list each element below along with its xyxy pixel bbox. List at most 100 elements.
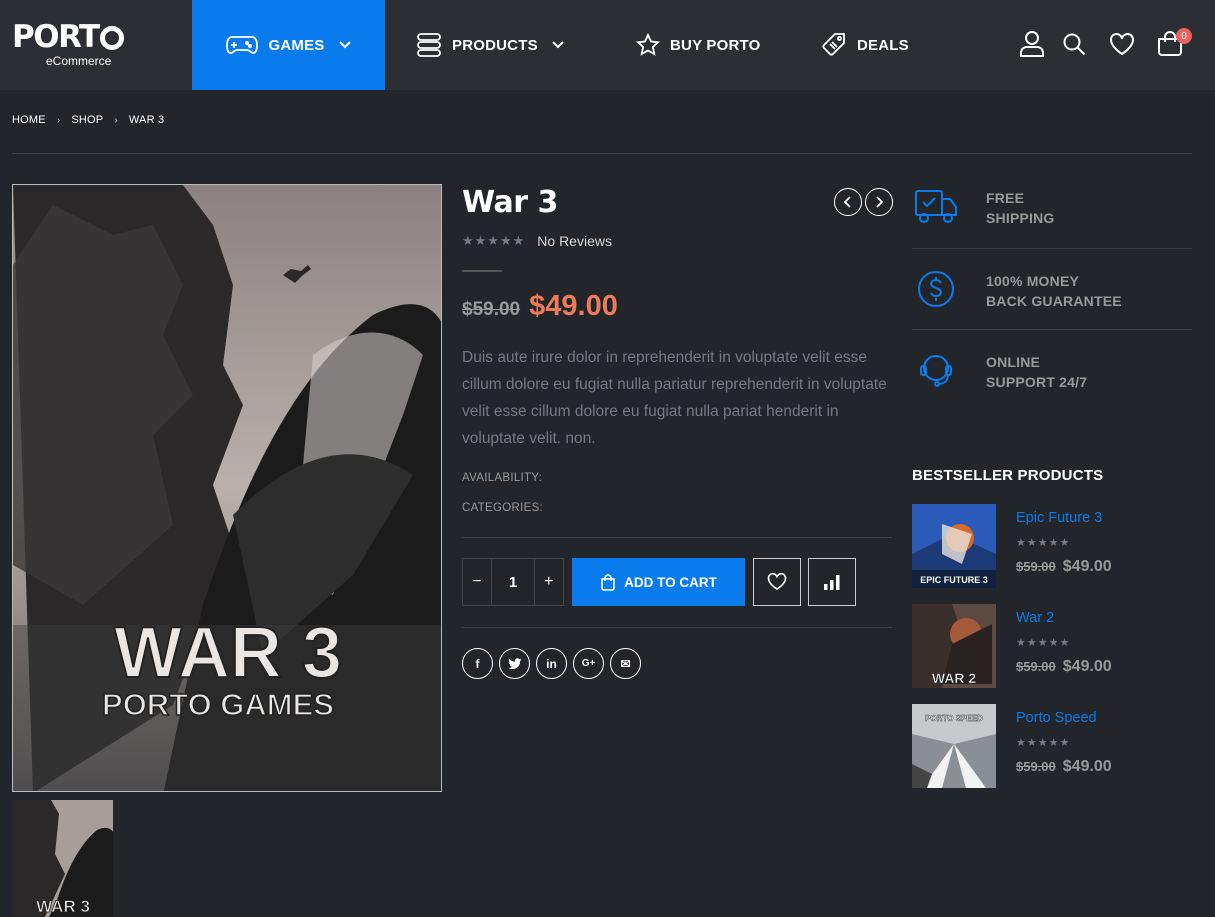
reviews-link[interactable]: No Reviews (537, 233, 612, 249)
feature-online-support: ONLINE SUPPORT 24/7 (912, 352, 1192, 422)
cover-subtitle: PORTO GAMES (102, 687, 334, 722)
add-to-cart-label: ADD TO CART (624, 574, 717, 590)
database-icon (417, 33, 441, 57)
product-rating: ★★★★★ No Reviews (462, 233, 612, 249)
nav-products[interactable]: PRODUCTS (416, 0, 564, 90)
bestseller-item[interactable]: WAR 2 War 2 ★★★★★ $59.00 $49.00 (912, 604, 1192, 688)
nav-games-label: GAMES (268, 36, 325, 54)
feature-line2: BACK GUARANTEE (986, 293, 1122, 309)
sale-price: $49.00 (529, 290, 618, 322)
bestseller-cover-text: PORTO SPEED (925, 714, 983, 723)
bestseller-name[interactable]: War 2 (1016, 610, 1054, 626)
bestseller-heading: BESTSELLER PRODUCTS (912, 467, 1104, 484)
logo-subtitle: eCommerce (46, 54, 112, 68)
compare-button[interactable] (808, 558, 856, 606)
qty-plus-button[interactable]: + (535, 559, 563, 605)
headset-icon (920, 355, 952, 387)
thumb-cover-title: WAR 3 (36, 897, 90, 916)
qty-minus-button[interactable]: − (463, 559, 491, 605)
logo-text: PORT (12, 19, 100, 55)
heart-icon (767, 573, 787, 590)
bestseller-stars: ★★★★★ (1016, 537, 1071, 549)
chevron-right-icon (876, 196, 883, 208)
divider (912, 248, 1192, 249)
nav-products-label: PRODUCTS (452, 36, 538, 54)
bestseller-item[interactable]: EPIC FUTURE 3 Epic Future 3 ★★★★★ $59.00… (912, 504, 1192, 588)
product-title: War 3 (462, 185, 558, 220)
divider (912, 329, 1192, 330)
next-product-button[interactable] (865, 188, 893, 216)
divider (462, 270, 502, 272)
bestseller-image[interactable]: WAR 2 (912, 604, 996, 688)
feature-money-back: 100% MONEY BACK GUARANTEE (912, 271, 1192, 341)
email-icon[interactable]: ✉ (610, 648, 641, 679)
product-main-image[interactable]: WAR 3 PORTO GAMES (12, 184, 442, 792)
nav-deals[interactable]: DEALS (821, 0, 909, 90)
bestseller-old-price: $59.00 (1016, 759, 1056, 774)
breadcrumb: HOME › SHOP › WAR 3 (12, 114, 164, 126)
availability-label: AVAILABILITY: (462, 472, 543, 484)
feature-line1: 100% MONEY (986, 273, 1080, 289)
prev-product-button[interactable] (834, 188, 862, 216)
product-thumbnail[interactable]: WAR 3 (13, 800, 113, 917)
bestseller-item[interactable]: PORTO SPEED Porto Speed ★★★★★ $59.00 $49.… (912, 704, 1192, 788)
google-plus-icon[interactable]: G+ (573, 648, 604, 679)
qty-input[interactable]: 1 (491, 559, 535, 605)
site-header: PORT eCommerce GAMES PRODUCTS BUY PORTO … (0, 0, 1215, 90)
bestseller-cover-text: EPIC FUTURE 3 (920, 575, 988, 585)
bestseller-price: $49.00 (1062, 758, 1112, 775)
quantity-stepper: − 1 + (462, 558, 564, 606)
product-price: $59.00 $49.00 (462, 290, 618, 323)
bestseller-name[interactable]: Porto Speed (1016, 710, 1097, 726)
social-share: f in G+ ✉ (462, 648, 641, 679)
logo[interactable]: PORT eCommerce (12, 20, 132, 70)
feature-line1: ONLINE (986, 354, 1041, 370)
shopping-bag-icon (601, 573, 615, 591)
cart-count-badge: 0 (1176, 28, 1192, 44)
chevron-down-icon (338, 41, 351, 49)
bar-chart-icon (824, 575, 840, 590)
rating-stars: ★★★★★ (462, 233, 526, 248)
bestseller-image[interactable]: PORTO SPEED (912, 704, 996, 788)
user-icon[interactable] (1018, 30, 1046, 58)
dollar-circle-icon (918, 271, 954, 307)
bestseller-price: $49.00 (1062, 558, 1112, 575)
twitter-icon[interactable] (499, 648, 530, 679)
cover-title: WAR 3 (114, 613, 342, 693)
breadcrumb-home[interactable]: HOME (12, 114, 46, 126)
divider (462, 627, 892, 628)
divider (462, 537, 892, 538)
product-description: Duis aute irure dolor in reprehenderit i… (462, 349, 887, 447)
chevron-right-icon: › (56, 114, 61, 126)
star-icon (636, 33, 660, 56)
add-to-cart-button[interactable]: ADD TO CART (572, 558, 745, 606)
wishlist-heart-icon[interactable] (1108, 30, 1136, 58)
bestseller-stars: ★★★★★ (1016, 737, 1071, 749)
search-icon[interactable] (1060, 30, 1088, 58)
chevron-right-icon: › (114, 114, 118, 126)
nav-buy-porto-label: BUY PORTO (670, 36, 761, 54)
chevron-left-icon (844, 196, 851, 208)
breadcrumb-shop[interactable]: SHOP (71, 114, 103, 126)
chevron-down-icon (552, 41, 564, 49)
price-tag-icon (822, 33, 845, 56)
categories-label: CATEGORIES: (462, 502, 544, 514)
feature-line2: SUPPORT 24/7 (986, 374, 1088, 390)
linkedin-icon[interactable]: in (536, 648, 567, 679)
divider (12, 153, 1192, 154)
breadcrumb-current: WAR 3 (128, 114, 165, 126)
bestseller-stars: ★★★★★ (1016, 637, 1071, 649)
nav-games[interactable]: GAMES (192, 0, 385, 90)
nav-buy-porto[interactable]: BUY PORTO (636, 0, 760, 90)
bestseller-old-price: $59.00 (1016, 559, 1056, 574)
nav-deals-label: DEALS (857, 36, 909, 54)
bestseller-image[interactable]: EPIC FUTURE 3 (912, 504, 996, 588)
feature-line2: SHIPPING (986, 210, 1055, 226)
bestseller-name[interactable]: Epic Future 3 (1016, 510, 1102, 526)
add-to-wishlist-button[interactable] (753, 558, 801, 606)
facebook-icon[interactable]: f (462, 648, 493, 679)
bestseller-old-price: $59.00 (1016, 659, 1056, 674)
product-nav (834, 188, 893, 216)
old-price: $59.00 (462, 299, 521, 320)
gamepad-icon (226, 36, 259, 54)
